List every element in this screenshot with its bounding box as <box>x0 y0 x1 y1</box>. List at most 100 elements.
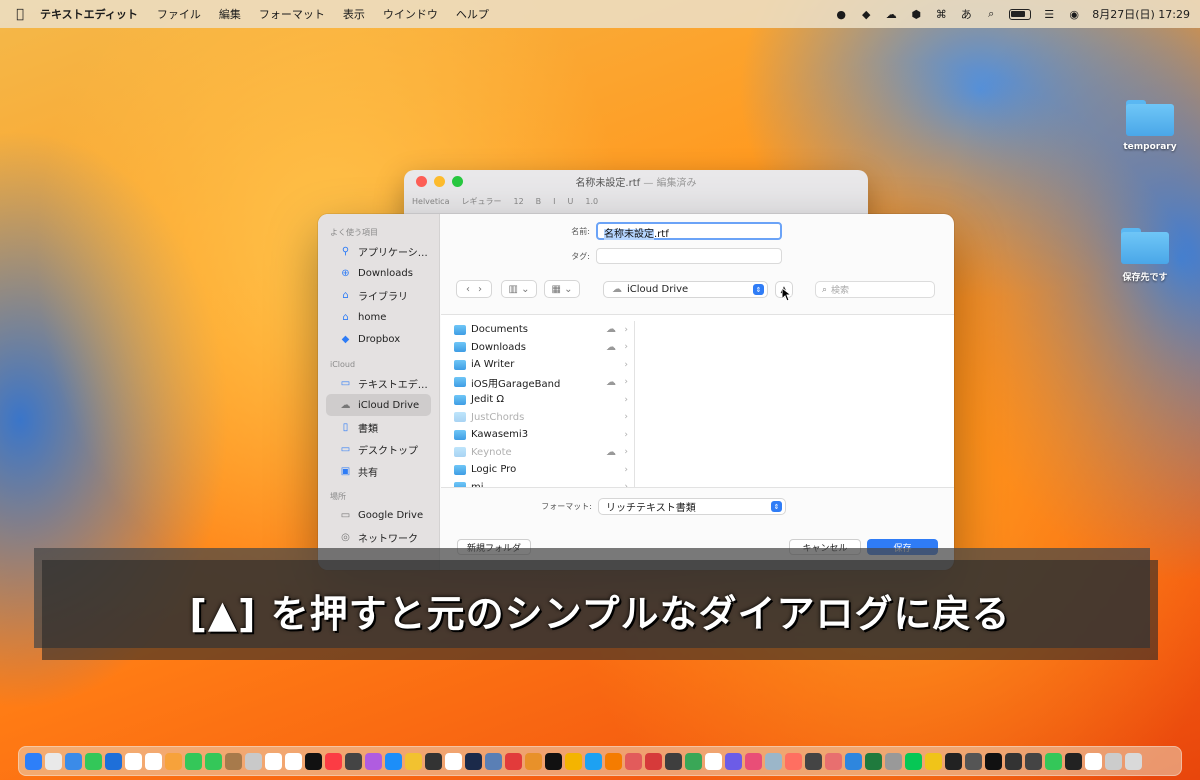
dock-app-icon[interactable] <box>505 752 522 770</box>
underline-button[interactable]: U <box>568 197 574 206</box>
menu-file[interactable]: ファイル <box>157 6 201 22</box>
back-icon[interactable]: ‹ <box>466 284 470 295</box>
dock-app-icon[interactable] <box>285 752 302 770</box>
dock-app-icon[interactable] <box>245 752 262 770</box>
dock-app-icon[interactable] <box>105 752 122 770</box>
dock-app-icon[interactable] <box>1065 752 1082 770</box>
record-icon[interactable]: ● <box>834 7 848 21</box>
command-icon[interactable]: ⌘ <box>934 7 948 21</box>
file-row[interactable]: Keynote ☁ › <box>441 444 634 462</box>
dock-app-icon[interactable] <box>625 752 642 770</box>
sidebar-item-applications[interactable]: ⚲ アプリケーシ… <box>326 240 431 262</box>
dock-app-icon[interactable] <box>585 752 602 770</box>
file-row[interactable]: iA Writer › <box>441 356 634 374</box>
view-mode-button[interactable]: ▥ ⌄ <box>501 280 537 298</box>
dock-app-icon[interactable] <box>1045 752 1062 770</box>
siri-icon[interactable]: ◉ <box>1067 7 1081 21</box>
format-select[interactable]: リッチテキスト書類 ⇕ <box>598 498 786 515</box>
dock-app-icon[interactable] <box>185 752 202 770</box>
dock-app-icon[interactable] <box>765 752 782 770</box>
dock-app-icon[interactable] <box>365 752 382 770</box>
menu-edit[interactable]: 編集 <box>219 6 241 22</box>
dock-app-icon[interactable] <box>885 752 902 770</box>
menu-help[interactable]: ヘルプ <box>456 6 489 22</box>
dock-app-icon[interactable] <box>905 752 922 770</box>
dock-app-icon[interactable] <box>965 752 982 770</box>
dock-app-icon[interactable] <box>445 752 462 770</box>
file-row[interactable]: Kawasemi3 › <box>441 426 634 444</box>
dock-app-icon[interactable] <box>1105 752 1122 770</box>
sidebar-item-documents[interactable]: ▯ 書類 <box>326 416 431 438</box>
dock-app-icon[interactable] <box>145 752 162 770</box>
dock-app-icon[interactable] <box>605 752 622 770</box>
menu-app-name[interactable]: テキストエディット <box>40 6 138 22</box>
dock-app-icon[interactable] <box>945 752 962 770</box>
dock-app-icon[interactable] <box>845 752 862 770</box>
dock-app-icon[interactable] <box>25 752 42 770</box>
file-name-input[interactable]: 名称未設定.rtf <box>596 222 782 240</box>
sidebar-item-icloud-drive[interactable]: ☁ iCloud Drive <box>326 394 431 416</box>
file-row[interactable]: iOS用GarageBand ☁ › <box>441 374 634 392</box>
dock-app-icon[interactable] <box>85 752 102 770</box>
control-center-icon[interactable]: ☰ <box>1042 7 1056 21</box>
dock-app-icon[interactable] <box>645 752 662 770</box>
file-row[interactable]: mi › <box>441 479 634 487</box>
dock-app-icon[interactable] <box>685 752 702 770</box>
battery-icon[interactable] <box>1009 8 1032 20</box>
file-row[interactable]: Jedit Ω › <box>441 391 634 409</box>
sidebar-item-home[interactable]: ⌂ home <box>326 306 431 328</box>
dock-app-icon[interactable] <box>985 752 1002 770</box>
dropbox-status-icon[interactable]: ◆ <box>859 7 873 21</box>
file-row[interactable]: Documents ☁ › <box>441 321 634 339</box>
dock-app-icon[interactable] <box>405 752 422 770</box>
dock-app-icon[interactable] <box>725 752 742 770</box>
dock-app-icon[interactable] <box>745 752 762 770</box>
location-select[interactable]: ☁ iCloud Drive ⇕ <box>603 281 768 298</box>
dock-app-icon[interactable] <box>305 752 322 770</box>
dock-app-icon[interactable] <box>65 752 82 770</box>
sidebar-item-shared[interactable]: ▣ 共有 <box>326 460 431 482</box>
menu-format[interactable]: フォーマット <box>259 6 325 22</box>
cloud-download-icon[interactable]: ☁ <box>606 342 616 353</box>
search-status-icon[interactable]: ⌕ <box>984 7 998 21</box>
dock-app-icon[interactable] <box>825 752 842 770</box>
font-size-select[interactable]: 12 <box>513 197 523 206</box>
dock-app-icon[interactable] <box>865 752 882 770</box>
dock-app-icon[interactable] <box>565 752 582 770</box>
forward-icon[interactable]: › <box>478 284 482 295</box>
font-style-select[interactable]: レギュラー <box>461 196 501 207</box>
cloud-status-icon[interactable]: ☁ <box>884 7 898 21</box>
sidebar-item-google-drive[interactable]: ▭ Google Drive <box>326 504 431 526</box>
menu-clock[interactable]: 8月27日(日) 17:29 <box>1092 6 1190 22</box>
app-status-icon[interactable]: ⬢ <box>909 7 923 21</box>
dock-app-icon[interactable] <box>225 752 242 770</box>
dock-app-icon[interactable] <box>165 752 182 770</box>
cloud-download-icon[interactable]: ☁ <box>606 447 616 458</box>
desktop-folder-temporary[interactable]: temporary <box>1110 100 1190 152</box>
font-family-select[interactable]: Helvetica <box>412 197 449 206</box>
dock-app-icon[interactable] <box>265 752 282 770</box>
dock-app-icon[interactable] <box>345 752 362 770</box>
dock-app-icon[interactable] <box>1025 752 1042 770</box>
cloud-download-icon[interactable]: ☁ <box>606 324 616 335</box>
tags-input[interactable] <box>596 248 782 264</box>
line-spacing-select[interactable]: 1.0 <box>585 197 598 206</box>
sidebar-item-downloads[interactable]: ⊕ Downloads <box>326 262 431 284</box>
dock-app-icon[interactable] <box>485 752 502 770</box>
sidebar-item-textedit-folder[interactable]: ▭ テキストエデ… <box>326 372 431 394</box>
file-row[interactable]: JustChords › <box>441 409 634 427</box>
menu-view[interactable]: 表示 <box>343 6 365 22</box>
dock-app-icon[interactable] <box>1085 752 1102 770</box>
dock-app-icon[interactable] <box>1125 752 1142 770</box>
input-method-icon[interactable]: あ <box>959 7 973 21</box>
dock-app-icon[interactable] <box>785 752 802 770</box>
search-field[interactable]: ⌕ 検索 <box>815 281 935 298</box>
file-row[interactable]: Downloads ☁ › <box>441 339 634 357</box>
sidebar-item-network[interactable]: ◎ ネットワーク <box>326 526 431 548</box>
dock-app-icon[interactable] <box>465 752 482 770</box>
dock-app-icon[interactable] <box>45 752 62 770</box>
sidebar-item-library[interactable]: ⌂ ライブラリ <box>326 284 431 306</box>
apple-menu-icon[interactable]:  <box>6 7 34 22</box>
file-row[interactable]: Logic Pro › <box>441 461 634 479</box>
italic-button[interactable]: I <box>553 197 555 206</box>
